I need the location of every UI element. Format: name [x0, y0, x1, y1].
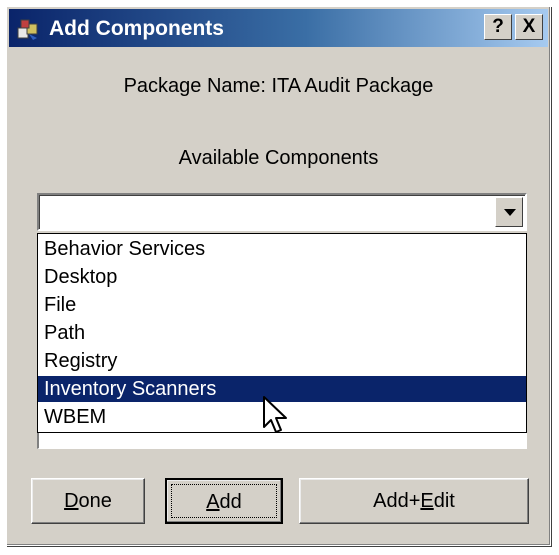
- add-button[interactable]: Add: [165, 478, 283, 524]
- list-item-desktop[interactable]: Desktop: [38, 264, 526, 290]
- close-button[interactable]: X: [515, 14, 543, 40]
- add-components-dialog: Add Components ? X Package Name: ITA Aud…: [6, 6, 551, 546]
- chevron-down-icon: [504, 209, 516, 216]
- title-bar[interactable]: Add Components ? X: [9, 9, 548, 47]
- dropdown-arrow-button[interactable]: [495, 197, 523, 227]
- list-item-path[interactable]: Path: [38, 320, 526, 346]
- add-edit-button-label: dit: [433, 490, 455, 512]
- add-edit-button[interactable]: Add+Edit: [299, 478, 529, 524]
- add-edit-button-mnemonic: E: [420, 490, 434, 512]
- list-item-file[interactable]: File: [38, 292, 526, 318]
- window-title: Add Components: [49, 17, 224, 40]
- done-button-mnemonic: D: [64, 490, 79, 512]
- components-icon: [17, 19, 38, 40]
- help-button[interactable]: ?: [484, 14, 512, 40]
- focus-rectangle: [171, 484, 277, 518]
- mouse-pointer-icon: [263, 396, 287, 433]
- list-item-behavior-services[interactable]: Behavior Services: [38, 236, 526, 262]
- add-edit-button-prefix: Add+: [373, 490, 421, 512]
- done-button[interactable]: Done: [31, 478, 145, 524]
- components-combobox[interactable]: [37, 193, 527, 231]
- list-item-registry[interactable]: Registry: [38, 348, 526, 374]
- package-name-label: Package Name: ITA Audit Package: [123, 75, 434, 97]
- available-components-label: Available Components: [178, 147, 379, 169]
- done-button-label: one: [78, 490, 112, 512]
